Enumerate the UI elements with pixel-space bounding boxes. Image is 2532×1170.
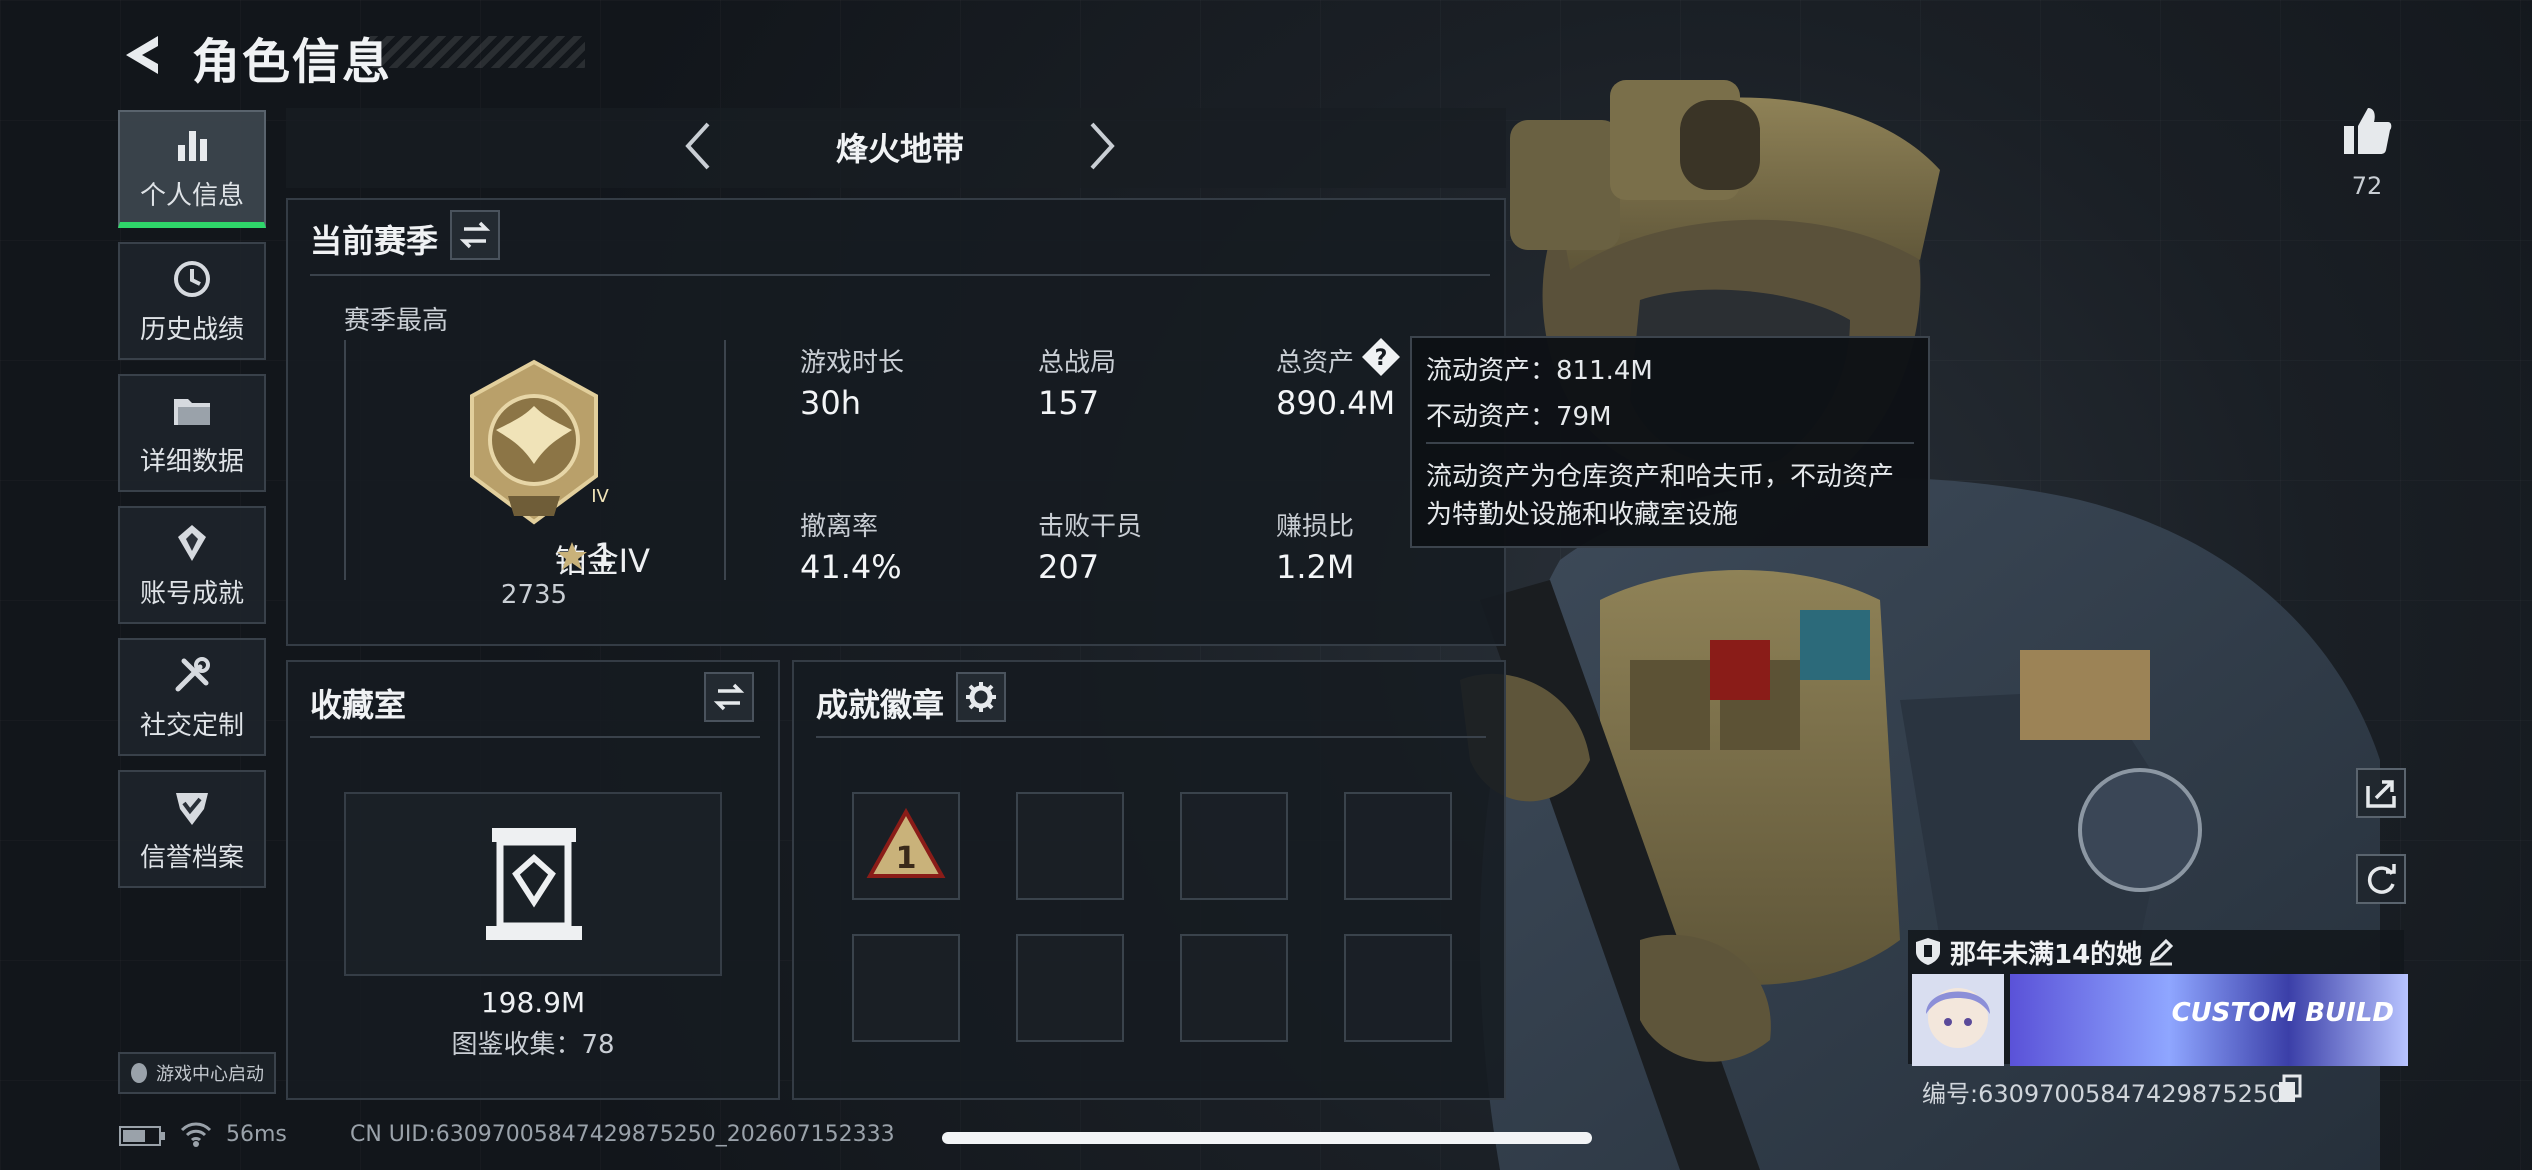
season-best-label: 赛季最高: [344, 306, 449, 336]
rank-stars: 1: [594, 536, 615, 574]
rank-numeral: IV: [591, 486, 609, 507]
sidebar-item-account-achievements[interactable]: 账号成就: [118, 506, 266, 624]
sidebar-item-label: 信誉档案: [139, 842, 244, 873]
tooltip-liquid: 流动资产：811.4M: [1426, 356, 1653, 386]
game-center-button[interactable]: 游戏中心启动: [118, 1052, 276, 1094]
thumbs-up-icon[interactable]: [2340, 104, 2394, 158]
stat-value: 890.4M: [1276, 384, 1396, 422]
star-icon: [557, 542, 587, 570]
season-switch-button[interactable]: [450, 210, 500, 260]
sidebar-item-label: 详细数据: [139, 446, 244, 477]
rank-name: 铂金IV: [554, 542, 650, 580]
game-center-label: 游戏中心启动: [156, 1064, 264, 1085]
stat-label: 撤离率: [800, 512, 879, 542]
stat-label: 总战局: [1038, 348, 1117, 378]
sidebar-item-label: 个人信息: [139, 180, 244, 211]
collection-switch-button[interactable]: [704, 672, 754, 722]
collection-count: 图鉴收集：78: [451, 1030, 615, 1060]
rank-score: 2735: [500, 580, 568, 610]
sidebar-item-detailed-data[interactable]: 详细数据: [118, 374, 266, 492]
stat-label: 游戏时长: [800, 348, 905, 378]
achievement-slot[interactable]: [1180, 792, 1288, 900]
avatar-image: [1912, 974, 2004, 1066]
achievement-slot[interactable]: [1344, 934, 1452, 1042]
clock-icon: [174, 260, 210, 297]
divider: [310, 736, 760, 738]
shield-icon: [1916, 938, 1940, 965]
refresh-icon: [2367, 864, 2396, 894]
achievement-slot[interactable]: [852, 934, 960, 1042]
stat-label: 击败干员: [1038, 512, 1143, 542]
sidebar-item-social-custom[interactable]: 社交定制: [118, 638, 266, 756]
badge-numeral: 1: [896, 841, 917, 876]
share-icon: [2366, 780, 2396, 808]
page-title: 角色信息: [192, 34, 393, 90]
stat-label: 总资产: [1276, 348, 1355, 378]
achievement-slot[interactable]: 1: [852, 792, 960, 900]
sidebar-item-label: 历史战绩: [139, 314, 244, 345]
collection-value: 198.9M: [480, 986, 586, 1019]
home-indicator[interactable]: [942, 1132, 1592, 1144]
title-decoration: [370, 36, 585, 68]
stat-value: 41.4%: [800, 548, 902, 586]
achievement-slot[interactable]: [1016, 792, 1124, 900]
stat-value: 207: [1038, 548, 1100, 586]
sidebar-item-label: 社交定制: [139, 710, 244, 741]
swap-icon: [713, 683, 745, 711]
sidebar-item-match-history[interactable]: 历史战绩: [118, 242, 266, 360]
folder-icon: [174, 398, 210, 425]
display-case-icon: [486, 828, 582, 940]
achievement-slot[interactable]: [1016, 934, 1124, 1042]
sidebar-item-reputation[interactable]: 信誉档案: [118, 770, 266, 888]
stat-value: 157: [1038, 384, 1100, 422]
penguin-icon: [131, 1063, 147, 1083]
trophy-icon: [178, 524, 206, 561]
divider: [310, 274, 1490, 276]
achievement-settings-button[interactable]: [956, 672, 1006, 722]
back-arrow-icon[interactable]: [118, 30, 168, 80]
wifi-icon: [180, 1122, 212, 1147]
achievement-slot[interactable]: [1180, 934, 1288, 1042]
copy-icon[interactable]: [2276, 1074, 2304, 1104]
chevron-right-icon[interactable]: [1080, 118, 1124, 174]
collection-title: 收藏室: [310, 686, 407, 724]
player-id: 编号:63097005847429875250: [1922, 1080, 2284, 1108]
stat-value: 30h: [800, 384, 861, 422]
asset-tooltip: 流动资产：811.4M 不动资产：79M 流动资产为仓库资产和哈夫币，不动资产 …: [1410, 336, 1930, 548]
sidebar-item-personal-info[interactable]: 个人信息: [118, 110, 266, 228]
like-count: 72: [2351, 172, 2383, 200]
chevron-left-icon[interactable]: [676, 118, 720, 174]
tooltip-desc-1: 流动资产为仓库资产和哈夫币，不动资产: [1426, 462, 1895, 492]
edit-icon[interactable]: [2146, 936, 2176, 966]
swap-icon: [459, 221, 491, 249]
banner-text: CUSTOM BUILD: [2171, 998, 2394, 1028]
tools-icon: [175, 656, 210, 691]
divider: [1426, 442, 1914, 444]
shield-check-icon: [176, 792, 208, 825]
ping-value: 56ms: [226, 1122, 287, 1147]
battery-icon: [119, 1126, 165, 1146]
uid-text: CN UID:63097005847429875250_202607152333: [350, 1122, 895, 1147]
sidebar-item-label: 账号成就: [139, 578, 244, 609]
stat-value: 1.2M: [1276, 548, 1355, 586]
achievement-slot[interactable]: [1344, 792, 1452, 900]
player-banner[interactable]: CUSTOM BUILD: [2010, 974, 2408, 1066]
share-button[interactable]: [2356, 768, 2406, 818]
achievement-title: 成就徽章: [816, 686, 945, 724]
help-icon[interactable]: ?: [1360, 336, 1402, 378]
divider: [816, 736, 1486, 738]
player-name: 那年未满14的她: [1950, 940, 2143, 970]
season-panel-title: 当前赛季: [310, 222, 439, 260]
mode-title: 烽火地带: [835, 130, 964, 168]
refresh-button[interactable]: [2356, 854, 2406, 904]
stat-label: 赚损比: [1276, 512, 1355, 542]
player-avatar[interactable]: [1912, 974, 2004, 1066]
tooltip-desc-2: 为特勤处设施和收藏室设施: [1426, 500, 1739, 530]
gear-icon: [966, 682, 996, 712]
tooltip-fixed: 不动资产：79M: [1426, 402, 1612, 432]
achievement-badge-icon: 1: [866, 807, 946, 878]
svg-text:?: ?: [1375, 346, 1388, 371]
bar-chart-icon: [178, 130, 207, 161]
